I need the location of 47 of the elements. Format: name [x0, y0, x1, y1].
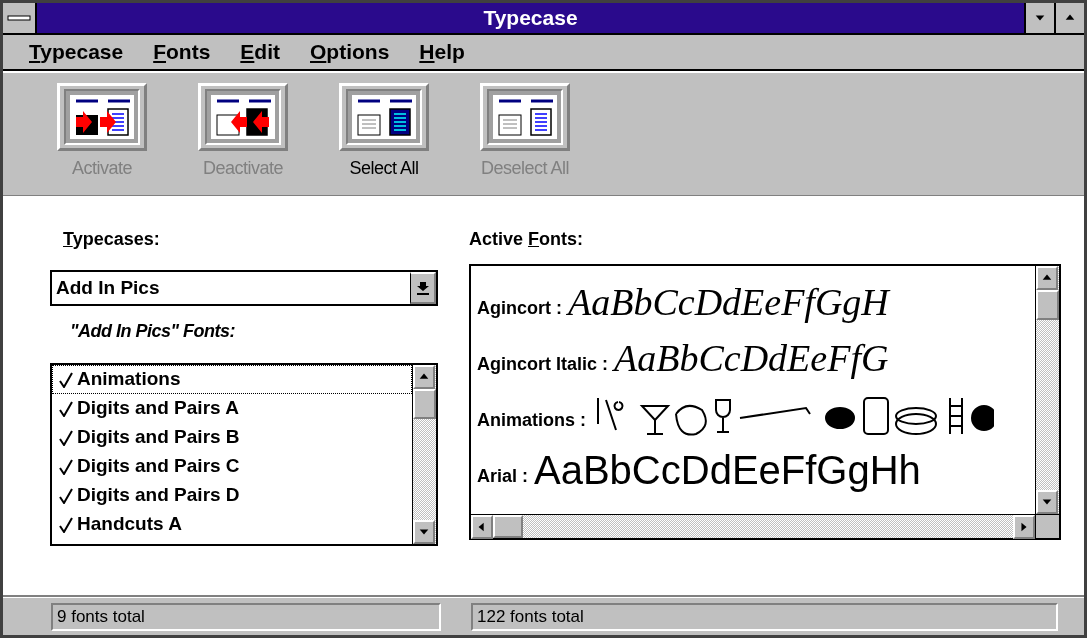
scroll-thumb[interactable] — [413, 389, 436, 419]
scroll-down-button[interactable] — [413, 520, 435, 544]
typecase-fonts-label: "Add In Pics" Fonts: — [70, 320, 237, 343]
document-transfer-icon — [70, 95, 134, 139]
horizontal-scrollbar[interactable] — [471, 515, 1035, 538]
font-list-item[interactable]: Digits and Pairs D — [52, 481, 412, 510]
control-menu-button[interactable] — [3, 3, 37, 33]
font-sample: AaBbCcDdEeFfGgH — [568, 280, 889, 325]
status-field: 122 fonts total — [471, 602, 1058, 631]
font-list-item[interactable]: Animations — [52, 365, 412, 394]
document-transfer-icon — [493, 95, 557, 139]
dash-icon — [7, 15, 31, 21]
font-list-item[interactable]: Digits and Pairs B — [52, 423, 412, 452]
typecases-label: Typecases: — [63, 228, 161, 251]
font-sample: AaBbCcDdEeFfGgHh — [534, 447, 921, 494]
scroll-right-button[interactable] — [1013, 515, 1035, 539]
font-list-item[interactable]: Handcuts A — [52, 510, 412, 539]
vertical-scrollbar[interactable] — [412, 365, 436, 544]
document-transfer-icon — [352, 95, 416, 139]
typecase-dropdown[interactable]: Add In Pics — [50, 270, 438, 306]
scroll-thumb[interactable] — [493, 515, 523, 538]
menu-item[interactable]: Edit — [240, 36, 280, 68]
menu-item[interactable]: Fonts — [153, 36, 211, 68]
document-transfer-icon — [211, 95, 275, 139]
font-name: Agincort Italic : — [477, 353, 608, 376]
minimize-button[interactable] — [1024, 3, 1054, 33]
dropdown-arrow-icon — [416, 281, 429, 295]
font-sample: AaBbCcDdEeFfG — [614, 336, 889, 381]
scroll-up-button[interactable] — [413, 365, 435, 389]
maximize-button[interactable] — [1054, 3, 1084, 33]
font-name: Agincort : — [477, 297, 562, 320]
menu-item[interactable]: Options — [310, 36, 390, 68]
scroll-up-button[interactable] — [1036, 266, 1058, 290]
font-name: Animations : — [477, 409, 586, 432]
menu-item[interactable]: Help — [419, 36, 465, 68]
menu-item[interactable]: Typecase — [29, 36, 124, 68]
toolbar-button[interactable]: Select All — [321, 83, 447, 182]
vertical-scrollbar[interactable] — [1035, 266, 1059, 514]
scroll-left-button[interactable] — [471, 515, 493, 539]
window-title: Typecase — [482, 5, 579, 32]
status-field: 9 fonts total — [51, 602, 441, 631]
scroll-thumb[interactable] — [1036, 290, 1059, 320]
font-list-item[interactable]: Digits and Pairs C — [52, 452, 412, 481]
font-list-item[interactable]: Digits and Pairs A — [52, 394, 412, 423]
font-name: Arial : — [477, 465, 528, 488]
scroll-down-button[interactable] — [1036, 490, 1058, 514]
active-fonts-label: Active Fonts: — [469, 228, 585, 251]
